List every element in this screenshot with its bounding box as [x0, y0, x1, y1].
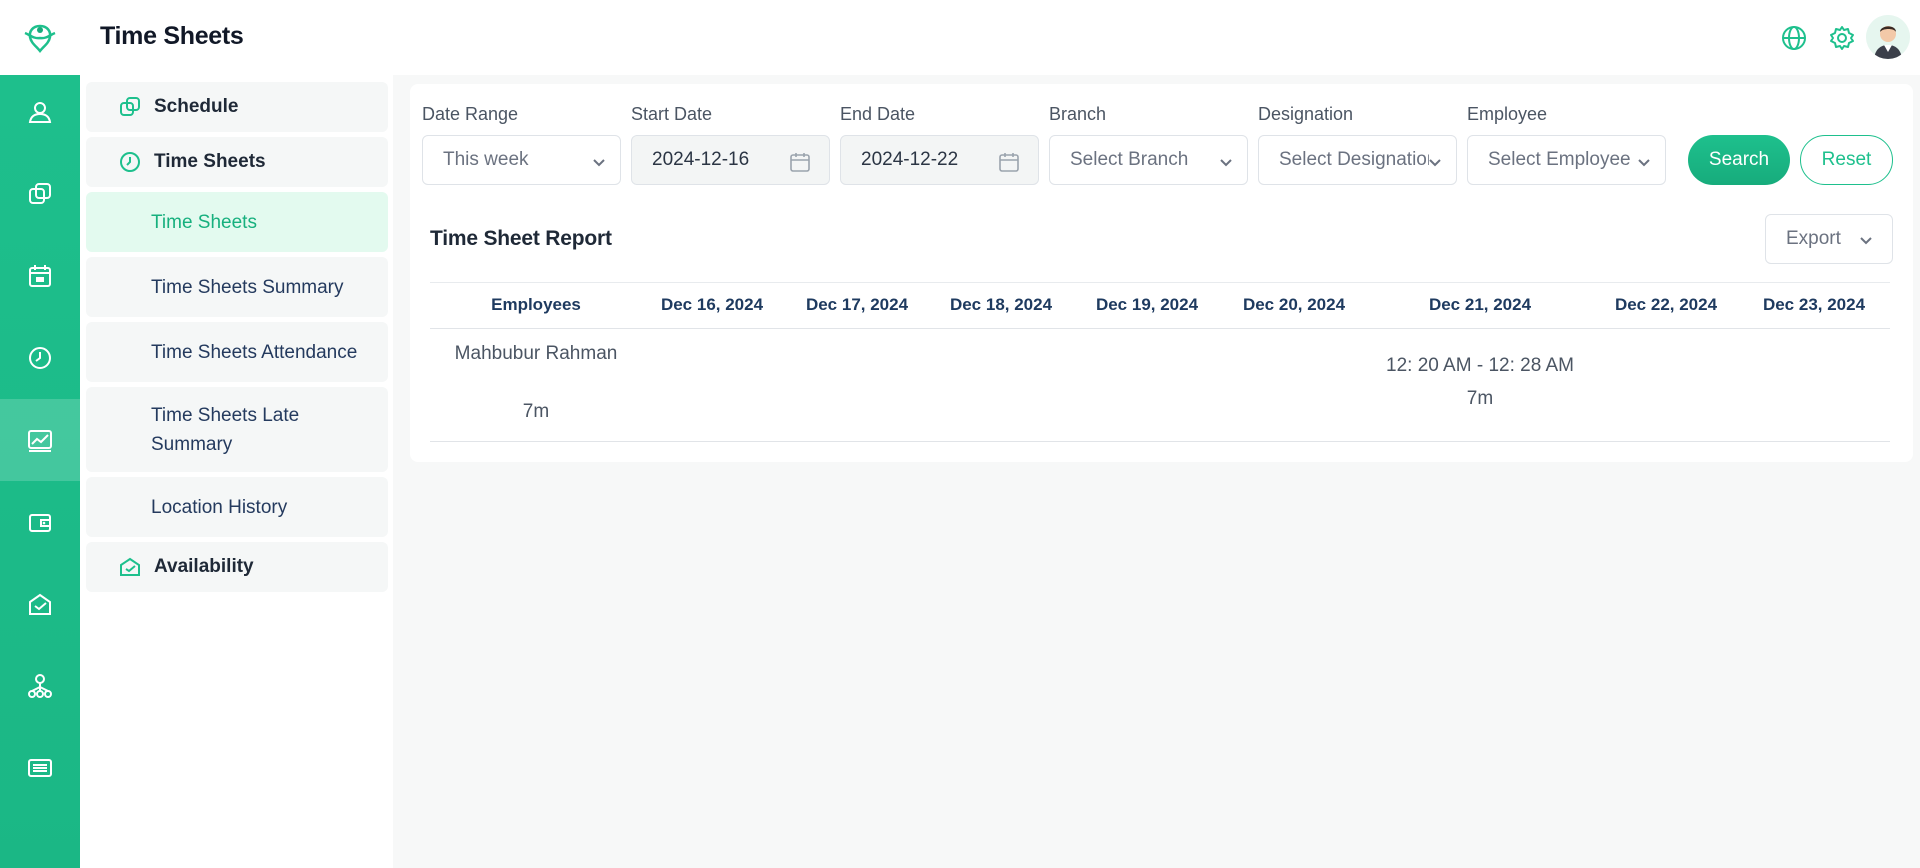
copy-icon — [29, 183, 51, 204]
chevron-down-icon — [1638, 159, 1650, 167]
column-header-dec-20: Dec 20, 2024 — [1242, 295, 1346, 314]
sub-sidebar: Schedule Time Sheets Time Sheets Time Sh… — [80, 75, 393, 868]
column-header-dec-21: Dec 21, 2024 — [1428, 295, 1532, 314]
time-entry: 12: 20 AM - 12: 28 AM — [1386, 355, 1574, 376]
nav-group-schedule[interactable]: Schedule — [86, 82, 388, 132]
column-header-dec-23: Dec 23, 2024 — [1762, 295, 1866, 314]
nav-group-timesheets[interactable]: Time Sheets — [86, 137, 388, 187]
nav-group-label: Availability — [154, 556, 254, 577]
end-date-label: End Date — [840, 104, 916, 124]
start-date-label: Start Date — [631, 104, 713, 124]
nav-group-availability[interactable]: Availability — [86, 542, 388, 592]
reset-button[interactable]: Reset — [1800, 135, 1893, 185]
employee-select[interactable]: Select Employee — [1467, 135, 1666, 185]
app-logo[interactable] — [0, 0, 80, 75]
check-envelope-icon — [29, 593, 51, 615]
column-header-dec-17: Dec 17, 2024 — [805, 295, 909, 314]
end-date-input[interactable]: 2024-12-22 — [840, 135, 1039, 185]
export-label: Export — [1786, 228, 1841, 249]
employee-label: Employee — [1467, 104, 1548, 124]
table-header: Employees Dec 16, 2024 Dec 17, 2024 Dec … — [430, 282, 1890, 329]
column-header-employees: Employees — [491, 295, 581, 314]
designation-label: Designation — [1258, 104, 1354, 124]
sidebar-item-time-sheets[interactable]: Time Sheets — [86, 192, 388, 252]
gear-icon[interactable] — [1828, 24, 1856, 52]
nav-group-label: Schedule — [154, 96, 239, 117]
search-button[interactable]: Search — [1688, 135, 1790, 185]
sidebar-item-time-sheets-late-summary[interactable]: Time Sheets Late Summary — [86, 387, 388, 472]
start-date-value: 2024-12-16 — [652, 149, 750, 170]
chevron-down-icon — [593, 159, 605, 167]
copy-icon — [120, 97, 140, 116]
clock-icon — [120, 152, 140, 172]
designation-placeholder: Select Designation — [1279, 149, 1429, 170]
time-entry-duration: 7m — [1466, 388, 1494, 409]
nav-group-label: Time Sheets — [154, 151, 266, 172]
branch-select[interactable]: Select Branch — [1049, 135, 1248, 185]
date-range-select[interactable]: This week — [422, 135, 621, 185]
rail-item-availability[interactable] — [0, 563, 80, 645]
chevron-down-icon — [1860, 237, 1872, 245]
column-header-dec-16: Dec 16, 2024 — [660, 295, 764, 314]
employee-name: Mahbubur Rahman — [454, 343, 618, 364]
rail-item-organization[interactable] — [0, 645, 80, 727]
avatar[interactable] — [1866, 15, 1910, 59]
calendar-icon[interactable] — [998, 151, 1020, 173]
date-range-label: Date Range — [422, 104, 519, 124]
start-date-input[interactable]: 2024-12-16 — [631, 135, 830, 185]
column-header-dec-18: Dec 18, 2024 — [949, 295, 1053, 314]
rail-item-profile[interactable] — [0, 71, 80, 153]
list-icon — [28, 759, 52, 777]
employee-placeholder: Select Employee — [1488, 149, 1631, 170]
user-icon — [28, 102, 52, 123]
rail-item-schedule[interactable] — [0, 153, 80, 235]
column-header-dec-19: Dec 19, 2024 — [1095, 295, 1199, 314]
calendar-icon — [29, 265, 51, 287]
table-row: Mahbubur Rahman 7m 12: 20 AM - 12: 28 AM… — [430, 329, 1890, 442]
globe-icon[interactable] — [1780, 24, 1808, 52]
rail-item-wallet[interactable] — [0, 481, 80, 563]
end-date-value: 2024-12-22 — [861, 149, 959, 170]
branch-label: Branch — [1049, 104, 1107, 124]
hierarchy-icon — [28, 674, 52, 698]
page-title: Time Sheets — [100, 22, 244, 50]
chevron-down-icon — [1220, 159, 1232, 167]
chart-icon — [28, 430, 52, 452]
sidebar-item-time-sheets-summary[interactable]: Time Sheets Summary — [86, 257, 388, 317]
app-rail — [0, 0, 80, 868]
wallet-icon — [29, 514, 51, 532]
rail-item-list[interactable] — [0, 727, 80, 809]
rail-item-timesheets[interactable] — [0, 317, 80, 399]
date-range-value: This week — [443, 149, 529, 170]
logo-icon — [24, 24, 56, 53]
user-avatar-icon — [1866, 15, 1910, 59]
designation-select[interactable]: Select Designation — [1258, 135, 1457, 185]
rail-item-calendar[interactable] — [0, 235, 80, 317]
employee-total: 7m — [522, 401, 550, 422]
clock-icon — [29, 347, 51, 369]
sidebar-item-location-history[interactable]: Location History — [86, 477, 388, 537]
report-card: Date Range This week Start Date 2024-12-… — [410, 84, 1913, 462]
rail-item-reports[interactable] — [0, 399, 80, 481]
report-title: Time Sheet Report — [430, 227, 612, 250]
sidebar-item-time-sheets-attendance[interactable]: Time Sheets Attendance — [86, 322, 388, 382]
export-button[interactable]: Export — [1765, 214, 1893, 264]
chevron-down-icon — [1429, 159, 1441, 167]
column-header-dec-22: Dec 22, 2024 — [1614, 295, 1718, 314]
check-envelope-icon — [120, 557, 140, 576]
branch-placeholder: Select Branch — [1070, 149, 1189, 170]
calendar-icon[interactable] — [789, 151, 811, 173]
top-bar: Time Sheets — [80, 0, 1920, 75]
